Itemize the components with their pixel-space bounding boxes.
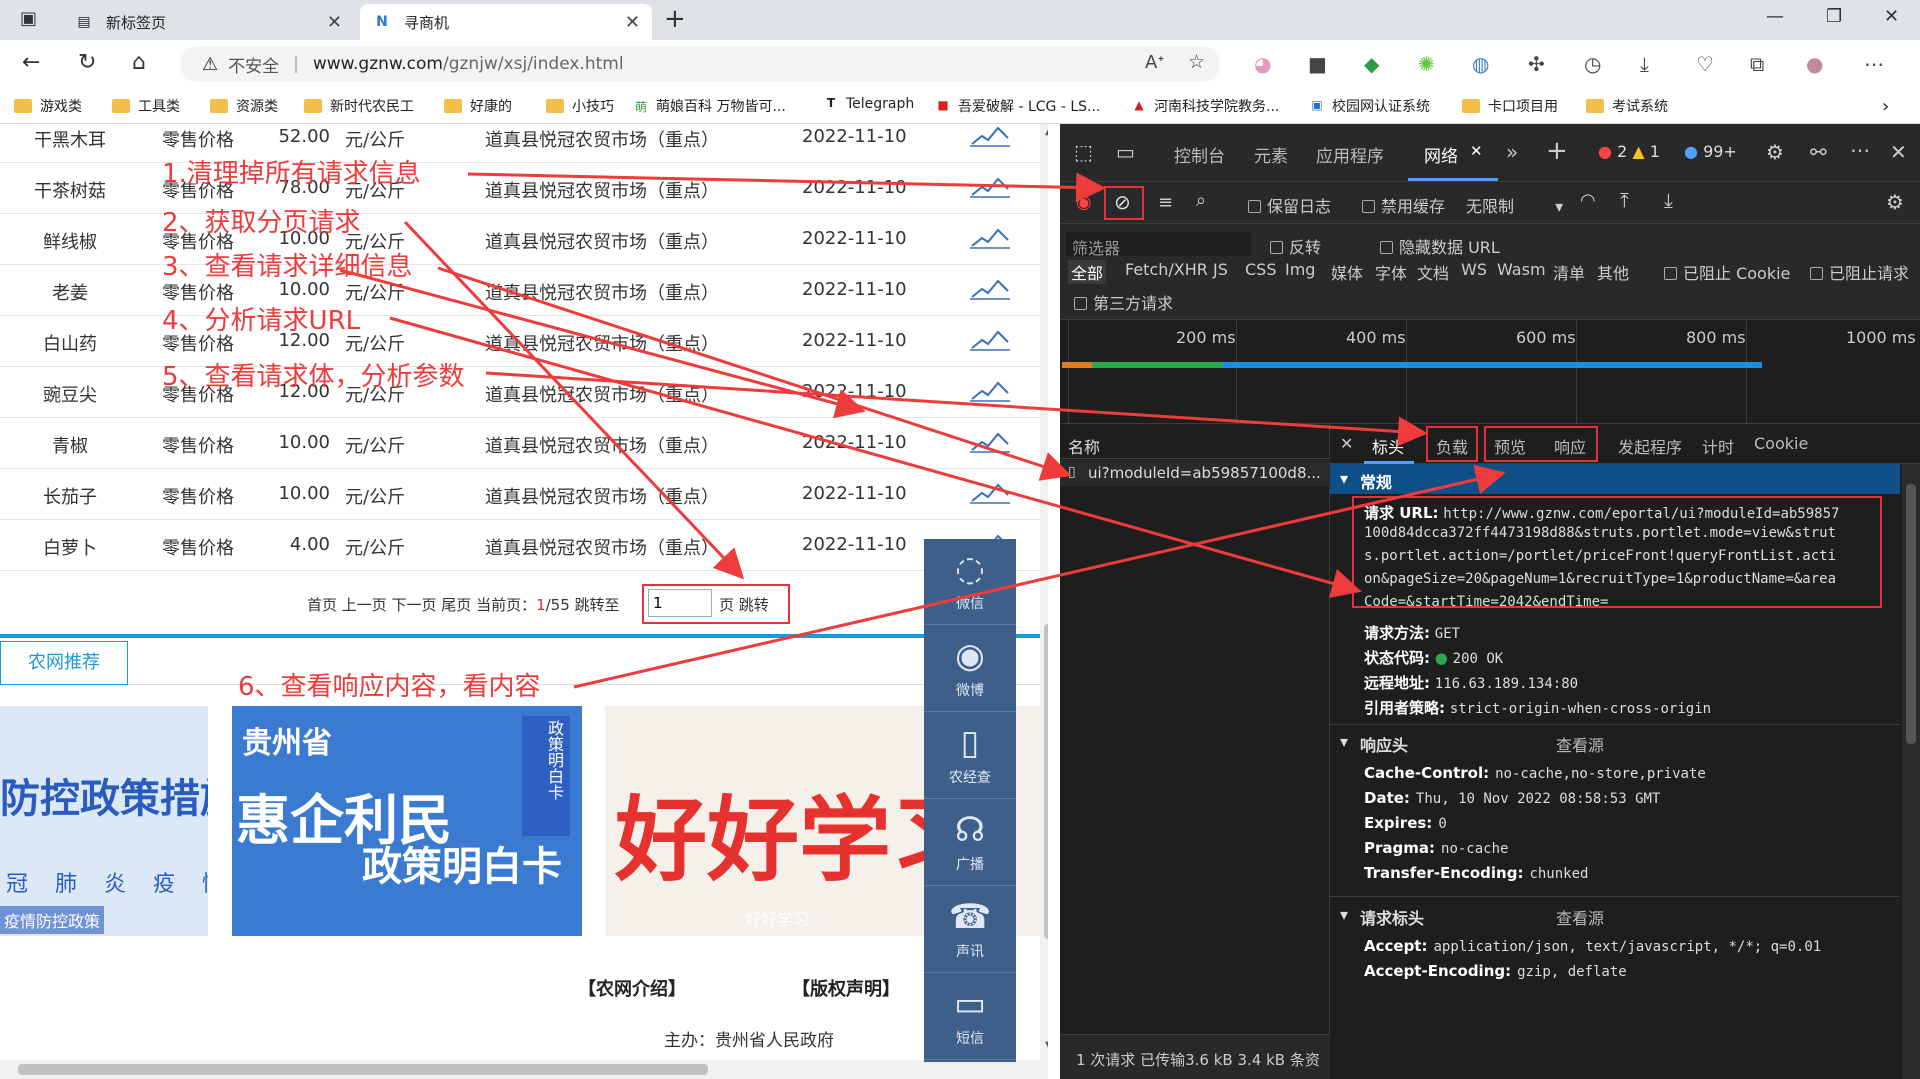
annotation-step-2: 2、获取分页请求 [162,208,361,238]
arrow-clear [467,172,1106,203]
annotation-step-3: 3、查看请求详细信息 [162,252,413,282]
annotation-step-6: 6、查看响应内容，看内容 [238,672,541,702]
arrow-payload [485,371,1428,447]
arrow-url [389,316,1362,598]
arrow-request [437,266,1072,481]
screen: ▣ ▤ 新标签页 ✕ N 寻商机 ✕ + — ❐ ✕ ← ↻ ⌂ ⚠ 不安全 |… [0,0,1920,1079]
arrow-response [573,464,1506,689]
annotation-step-1: 1.清理掉所有请求信息 [162,159,421,189]
annotation-step-4: 4、分析请求URL [162,306,361,336]
annotation-step-5: 5、查看请求体，分析参数 [162,362,465,392]
